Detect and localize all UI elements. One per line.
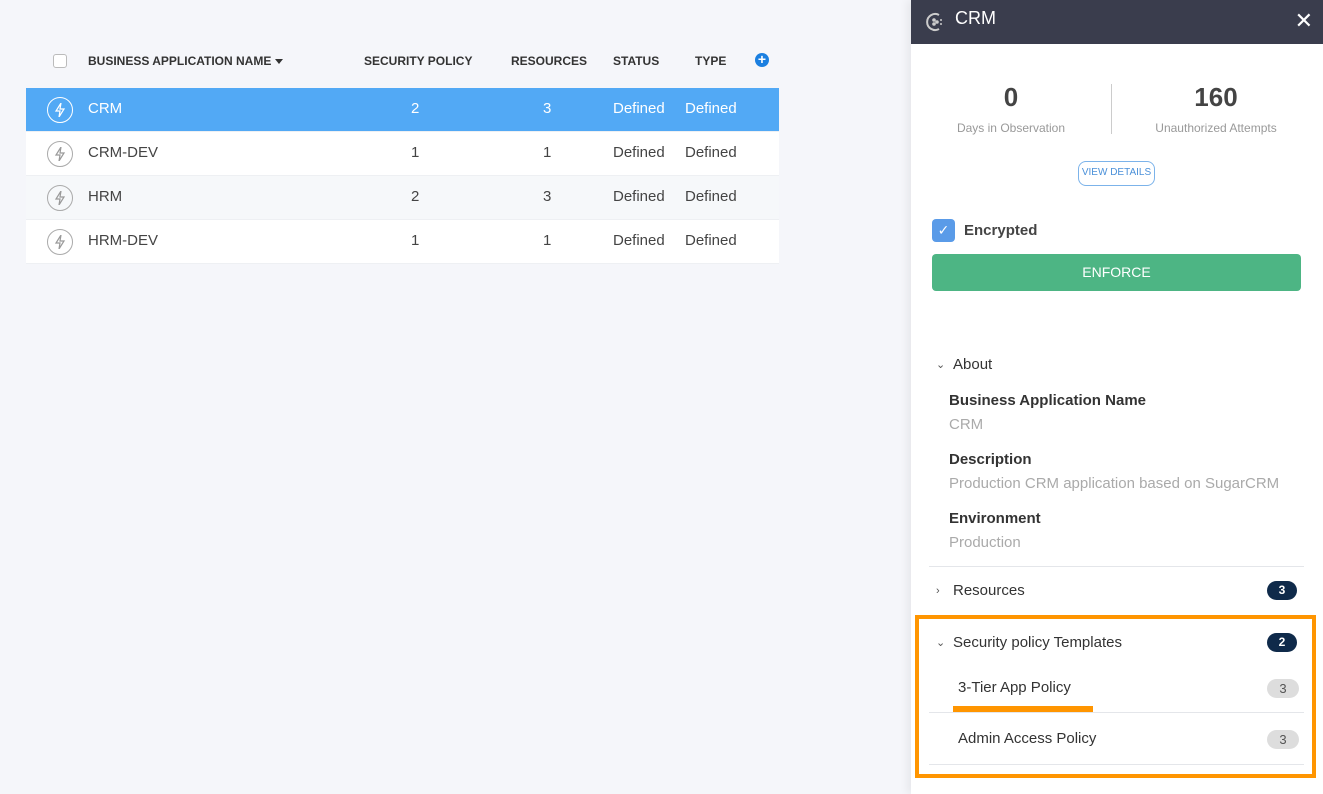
view-details-button[interactable]: VIEW DETAILS (1078, 161, 1155, 186)
stat-label: Days in Observation (956, 121, 1066, 135)
encrypted-label: Encrypted (964, 222, 1038, 239)
lightning-icon (47, 185, 73, 211)
row-resources: 3 (543, 100, 552, 117)
divider (929, 764, 1304, 765)
stat-divider (1111, 84, 1112, 134)
row-resources: 1 (543, 144, 552, 161)
row-security-policy: 1 (411, 144, 420, 161)
chevron-right-icon: › (936, 584, 940, 597)
field-label: Description (949, 451, 1032, 468)
row-type: Defined (685, 232, 737, 249)
resources-section-toggle[interactable]: › Resources (936, 582, 1025, 599)
divider (929, 566, 1304, 567)
stat-label: Unauthorized Attempts (1155, 121, 1277, 135)
policy-count-badge: 3 (1267, 730, 1299, 749)
add-column-icon[interactable]: + (755, 52, 769, 67)
security-templates-title: Security policy Templates (953, 634, 1122, 651)
row-resources: 3 (543, 188, 552, 205)
stat-days-observation: 0 Days in Observation (946, 82, 1076, 135)
security-templates-section-toggle[interactable]: ⌄ Security policy Templates (936, 634, 1122, 651)
table-row[interactable]: HRM 2 3 Defined Defined (26, 176, 779, 220)
column-header-name[interactable]: BUSINESS APPLICATION NAME (88, 54, 284, 68)
details-panel: CRM ✕ 0 Days in Observation 160 Unauthor… (911, 0, 1323, 794)
column-header-type[interactable]: TYPE (695, 54, 726, 68)
divider (929, 712, 1304, 713)
policy-template-item[interactable]: 3-Tier App Policy (958, 679, 1071, 696)
table-row[interactable]: CRM-DEV 1 1 Defined Defined (26, 132, 779, 176)
row-type: Defined (685, 100, 737, 117)
row-name: HRM (88, 188, 123, 205)
column-header-security-policy[interactable]: SECURITY POLICY (364, 54, 472, 68)
stat-unauthorized-attempts: 160 Unauthorized Attempts (1121, 82, 1311, 135)
lightning-icon (47, 229, 73, 255)
row-type: Defined (685, 188, 737, 205)
row-status: Defined (613, 144, 665, 161)
row-security-policy: 1 (411, 232, 420, 249)
panel-title: CRM (955, 7, 996, 28)
checkmark-icon: ✓ (932, 219, 955, 242)
row-name: CRM-DEV (88, 144, 158, 161)
resources-count-badge: 3 (1267, 581, 1297, 600)
about-section-toggle[interactable]: ⌄ About (936, 356, 992, 373)
row-security-policy: 2 (411, 188, 420, 205)
field-label: Environment (949, 510, 1041, 527)
sort-desc-icon (275, 59, 284, 65)
panel-header: CRM ✕ (911, 0, 1323, 44)
row-type: Defined (685, 144, 737, 161)
chevron-down-icon: ⌄ (936, 359, 946, 371)
column-header-resources[interactable]: RESOURCES (511, 54, 587, 68)
policy-count-badge: 3 (1267, 679, 1299, 698)
row-name: CRM (88, 100, 123, 117)
table-row[interactable]: HRM-DEV 1 1 Defined Defined (26, 220, 779, 264)
lightning-icon (47, 97, 73, 123)
field-label: Business Application Name (949, 392, 1146, 409)
app-logo-icon (926, 13, 942, 31)
resources-title: Resources (953, 582, 1025, 599)
select-all-checkbox[interactable] (53, 54, 67, 68)
row-status: Defined (613, 232, 665, 249)
encrypted-checkbox[interactable]: ✓ Encrypted (932, 219, 1037, 242)
enforce-button[interactable]: ENFORCE (932, 254, 1301, 291)
column-header-status[interactable]: STATUS (613, 54, 659, 68)
field-value: CRM (949, 416, 984, 433)
row-security-policy: 2 (411, 100, 420, 117)
row-status: Defined (613, 100, 665, 117)
stat-value: 160 (1194, 82, 1238, 112)
security-templates-count-badge: 2 (1267, 633, 1297, 652)
business-applications-table: BUSINESS APPLICATION NAME SECURITY POLIC… (26, 40, 779, 264)
lightning-icon (47, 141, 73, 167)
row-status: Defined (613, 188, 665, 205)
policy-template-item[interactable]: Admin Access Policy (958, 730, 1096, 747)
field-value: Production (949, 534, 1021, 551)
close-icon[interactable]: ✕ (1295, 8, 1313, 34)
row-resources: 1 (543, 232, 552, 249)
field-value: Production CRM application based on Suga… (949, 475, 1280, 492)
row-name: HRM-DEV (88, 232, 158, 249)
table-row[interactable]: CRM 2 3 Defined Defined (26, 88, 779, 132)
chevron-down-icon: ⌄ (936, 637, 946, 649)
table-header: BUSINESS APPLICATION NAME SECURITY POLIC… (26, 40, 779, 88)
about-title: About (953, 356, 993, 373)
stat-value: 0 (1003, 82, 1019, 112)
